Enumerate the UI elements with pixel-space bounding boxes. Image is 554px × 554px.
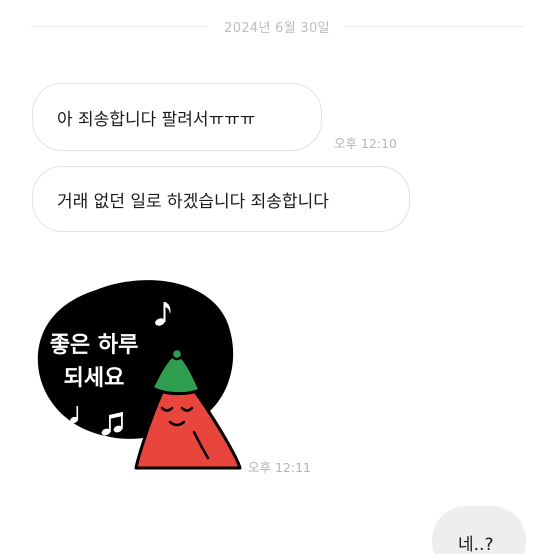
chat-screen: 2024년 6월 30일 아 죄송합니다 팔려서ㅠㅠㅠ 오후 12:10 거래 … [0,0,554,554]
date-label: 2024년 6월 30일 [224,20,330,36]
divider-line-left [30,25,209,27]
sticker-text-line1: 좋은 하루 [50,333,139,358]
incoming-message-bubble[interactable]: 거래 없던 일로 하겠습니다 죄송합니다 [32,166,410,232]
outgoing-message-bubble[interactable]: 네..? [432,506,526,554]
sticker-message[interactable]: 좋은 하루 되세요 [36,272,246,472]
date-divider: 2024년 6월 30일 [30,14,524,38]
message-text: 거래 없던 일로 하겠습니다 죄송합니다 [57,191,329,212]
incoming-message-bubble[interactable]: 아 죄송합니다 팔려서ㅠㅠㅠ [32,83,322,151]
message-timestamp: 오후 12:10 [334,136,397,151]
sticker-timestamp: 오후 12:11 [248,460,311,475]
sticker-text-line2: 되세요 [64,366,125,391]
message-text: 네..? [458,535,494,554]
message-text: 아 죄송합니다 팔려서ㅠㅠㅠ [57,109,256,130]
divider-line-right [345,25,524,27]
sticker-image: 좋은 하루 되세요 [37,280,242,470]
